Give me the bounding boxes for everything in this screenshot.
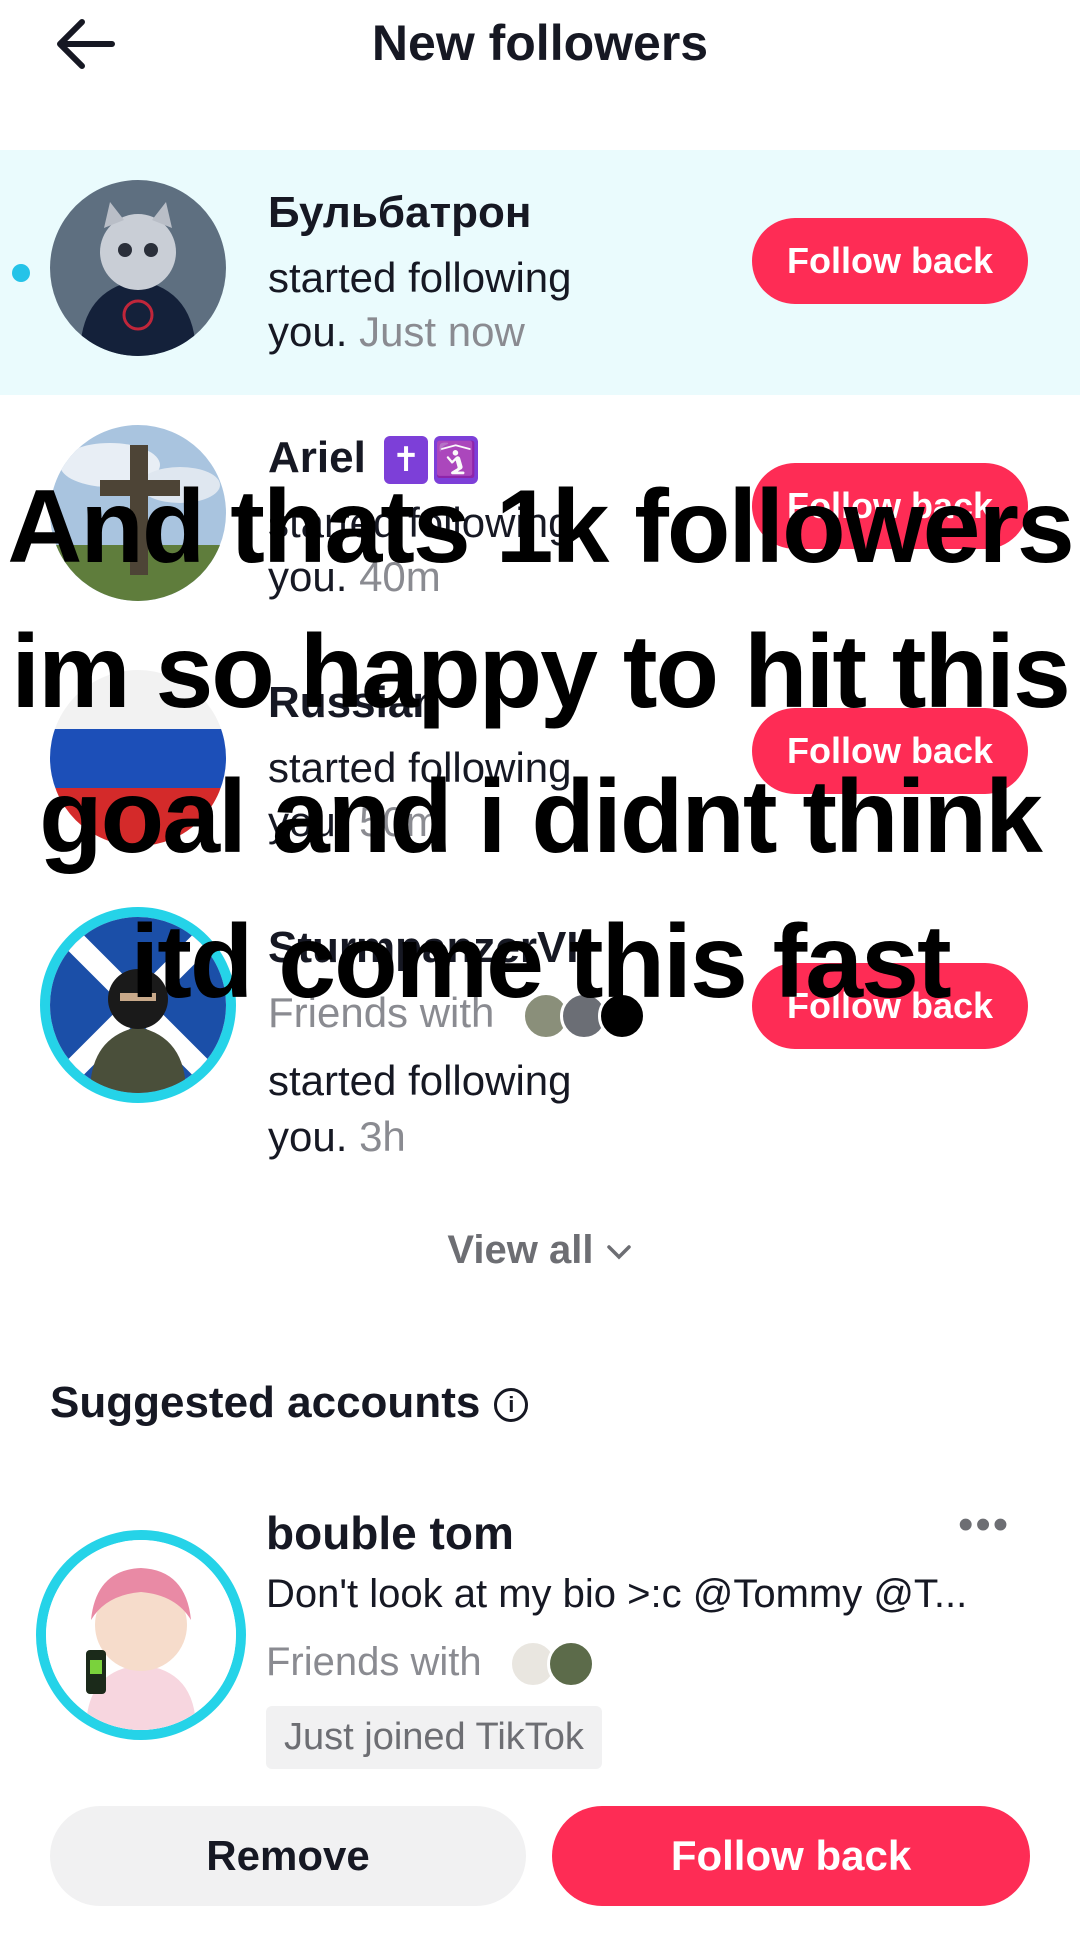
follower-action: started following <box>268 254 572 301</box>
follow-time: Just now <box>359 308 525 355</box>
follower-name[interactable]: Russian <box>268 678 439 728</box>
friends-with: Friends with <box>266 1640 595 1689</box>
follower-action: started following <box>268 744 572 791</box>
follow-back-button[interactable]: Follow back <box>752 963 1028 1049</box>
info-icon[interactable]: i <box>494 1388 529 1423</box>
follower-row[interactable]: Бульбатрон started following you. Just n… <box>0 150 1080 395</box>
follower-row[interactable]: SturmpanzerVII Friends with started foll… <box>0 885 1080 1185</box>
follow-back-button[interactable]: Follow back <box>552 1806 1030 1906</box>
follower-meta: you. 40m <box>268 553 441 601</box>
just-joined-badge: Just joined TikTok <box>266 1706 602 1769</box>
follower-name[interactable]: Ariel <box>268 433 366 482</box>
chevron-down-icon <box>605 1228 633 1272</box>
follower-name[interactable]: Бульбатрон <box>268 188 531 238</box>
avatar[interactable] <box>50 180 226 356</box>
view-all-link[interactable]: View all <box>0 1228 1080 1273</box>
view-all-label: View all <box>447 1228 594 1272</box>
section-title: Suggested accounts i <box>50 1378 529 1428</box>
you-text: you. <box>268 798 348 845</box>
avatar[interactable] <box>50 917 226 1093</box>
follow-time: 40m <box>359 553 441 600</box>
follower-row[interactable]: Russian started following you. 50m Follo… <box>0 640 1080 885</box>
follow-time: 3h <box>359 1113 406 1160</box>
friends-label: Friends with <box>266 1640 482 1684</box>
avatar[interactable] <box>46 1540 236 1730</box>
more-options-icon[interactable]: ••• <box>958 1500 1010 1550</box>
friends-with: Friends with <box>268 989 647 1040</box>
suggested-bio: Don't look at my bio >:c @Tommy @T... <box>266 1572 968 1616</box>
mutual-avatars[interactable] <box>508 1640 595 1689</box>
you-text: you. <box>268 553 348 600</box>
avatar[interactable] <box>50 670 226 846</box>
cross-emoji-icon: ✝ <box>384 436 429 485</box>
follower-meta: you. 50m <box>268 798 441 846</box>
follow-back-button[interactable]: Follow back <box>752 708 1028 794</box>
follower-meta: you. 3h <box>268 1113 406 1161</box>
mini-avatar <box>598 991 647 1040</box>
suggested-title: Suggested accounts <box>50 1378 481 1427</box>
friends-label: Friends with <box>268 989 495 1036</box>
follower-row[interactable]: Ariel ✝ 🛐 started following you. 40m Foll… <box>0 395 1080 640</box>
follow-time: 50m <box>359 798 441 845</box>
follower-name-row: Ariel ✝ 🛐 <box>268 433 479 485</box>
place-of-worship-emoji-icon: 🛐 <box>434 436 479 485</box>
follower-meta: you. Just now <box>268 308 525 356</box>
you-text: you. <box>268 308 348 355</box>
you-text: you. <box>268 1113 348 1160</box>
mutual-avatars[interactable] <box>522 989 647 1040</box>
follower-name[interactable]: SturmpanzerVII <box>268 923 591 973</box>
follow-back-button[interactable]: Follow back <box>752 218 1028 304</box>
unread-dot <box>12 264 30 282</box>
follow-back-button[interactable]: Follow back <box>752 463 1028 549</box>
follower-action: started following <box>268 1057 572 1104</box>
header: New followers <box>0 0 1080 90</box>
mini-avatar <box>546 1640 595 1689</box>
remove-button[interactable]: Remove <box>50 1806 526 1906</box>
follower-action: started following <box>268 499 572 546</box>
page-title: New followers <box>371 15 709 71</box>
avatar[interactable] <box>50 425 226 601</box>
suggested-name[interactable]: bouble tom <box>266 1506 514 1560</box>
